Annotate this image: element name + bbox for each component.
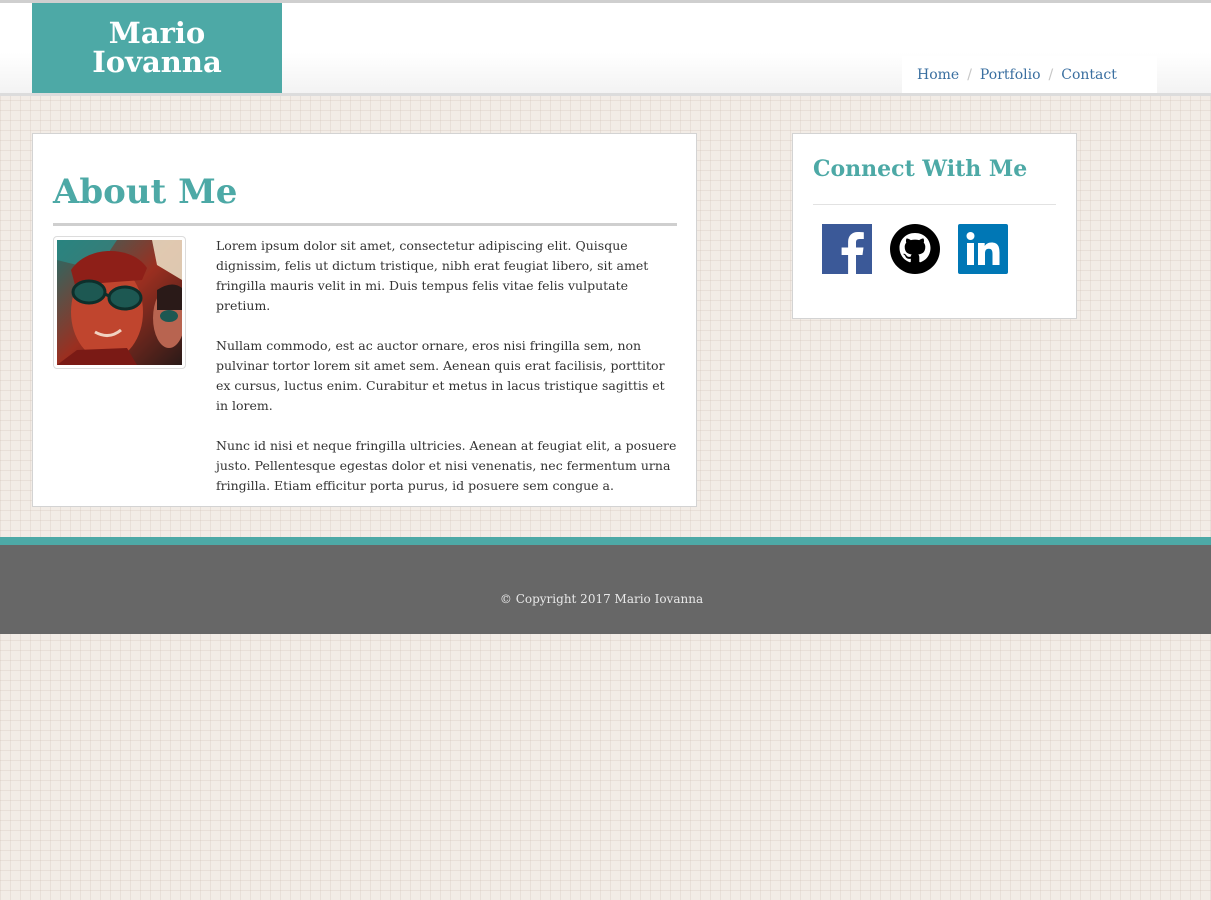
github-icon [890, 224, 940, 274]
nav-portfolio-link[interactable]: Portfolio [980, 67, 1041, 83]
github-link[interactable] [890, 224, 940, 274]
about-panel: About Me Lorem ipsum dolor sit amet, con… [32, 133, 697, 507]
avatar [53, 236, 186, 369]
about-paragraph: Lorem ipsum dolor sit amet, consectetur … [216, 238, 649, 313]
connect-divider [813, 204, 1056, 205]
connect-panel: Connect With Me [792, 133, 1077, 319]
brand-last-name: Iovanna [92, 45, 222, 79]
connect-title: Connect With Me [813, 156, 1028, 182]
site-header: Mario Iovanna Home / Portfolio / Contact [0, 0, 1211, 96]
about-paragraph: Nullam commodo, est ac auctor ornare, er… [216, 338, 665, 413]
site-logo[interactable]: Mario Iovanna [32, 3, 282, 93]
nav-contact-link[interactable]: Contact [1061, 67, 1117, 83]
site-footer: © Copyright 2017 Mario Iovanna [0, 537, 1211, 634]
profile-photo [57, 240, 182, 365]
nav-home-link[interactable]: Home [917, 67, 959, 83]
facebook-icon [822, 224, 872, 274]
brand-name: Mario Iovanna [92, 19, 222, 77]
about-divider [53, 223, 677, 226]
breadcrumb-nav: Home / Portfolio / Contact [902, 56, 1157, 93]
facebook-link[interactable] [822, 224, 872, 274]
about-body: Lorem ipsum dolor sit amet, consectetur … [216, 236, 678, 516]
about-paragraph: Nunc id nisi et neque fringilla ultricie… [216, 438, 677, 493]
copyright-text: © Copyright 2017 Mario Iovanna [499, 592, 704, 606]
nav-separator: / [967, 66, 972, 83]
nav-separator: / [1048, 66, 1054, 83]
about-title: About Me [53, 172, 238, 212]
linkedin-icon [958, 224, 1008, 274]
linkedin-link[interactable] [958, 224, 1008, 274]
